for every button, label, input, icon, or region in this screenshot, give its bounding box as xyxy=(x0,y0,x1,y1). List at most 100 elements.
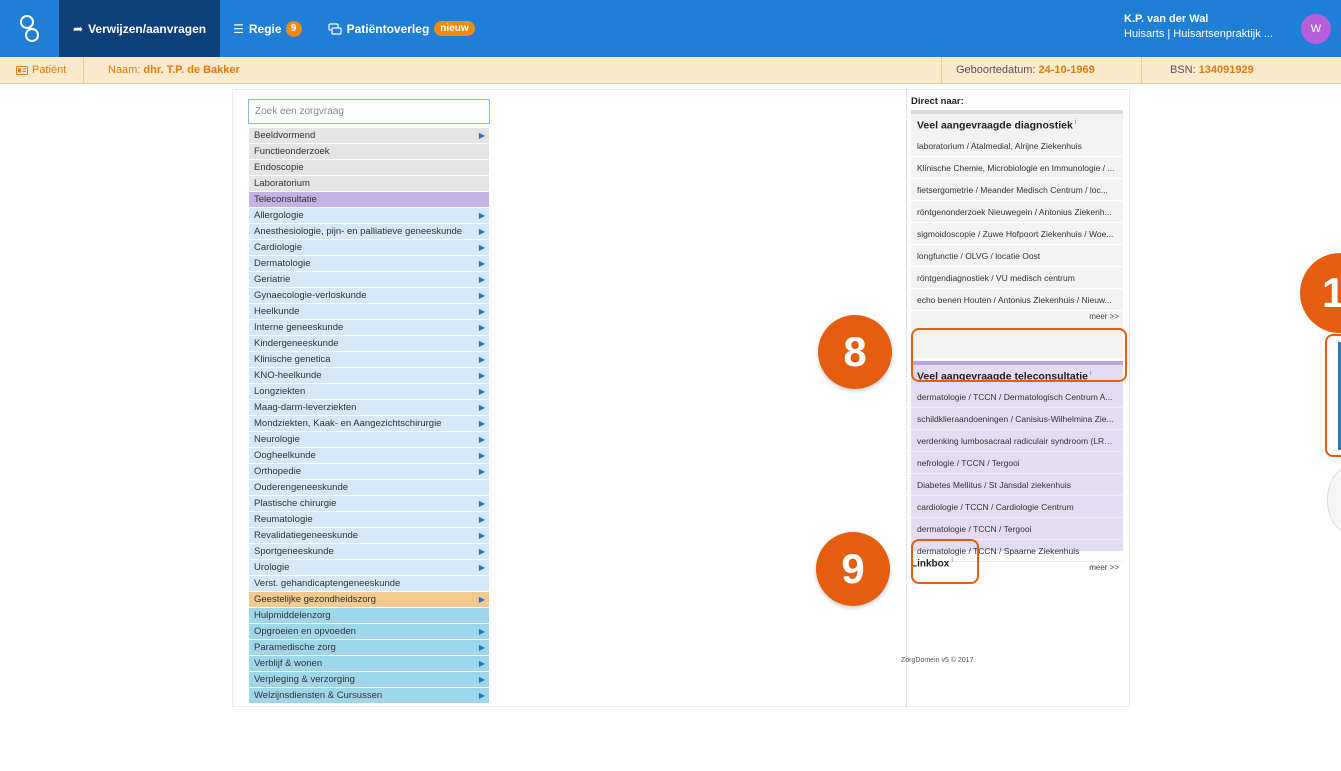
category-label: Plastische chirurgie xyxy=(254,498,337,509)
patient-name-label: Naam: xyxy=(108,64,141,76)
chevron-right-icon: ▶ xyxy=(478,371,485,380)
chat-icon xyxy=(327,22,342,35)
category-item[interactable]: Gynaecologie-verloskunde ▶ xyxy=(249,288,489,304)
category-item[interactable]: Teleconsultatie xyxy=(249,192,489,208)
category-item[interactable]: Endoscopie xyxy=(249,160,489,176)
patient-dob-label: Geboortedatum: xyxy=(956,64,1036,76)
category-item[interactable]: Orthopedie ▶ xyxy=(249,464,489,480)
category-label: Kindergeneeskunde xyxy=(254,338,339,349)
category-item[interactable]: Beeldvormend ▶ xyxy=(249,128,489,144)
diagnostics-title-text: Veel aangevraagde diagnostiek xyxy=(917,119,1073,132)
diagnostics-more-link[interactable]: meer >> xyxy=(911,311,1123,323)
quick-link-item[interactable]: longfunctie / OLVG / locatie Oost xyxy=(911,245,1123,267)
quick-link-item[interactable]: laboratorium / Atalmedial, Alrijne Zieke… xyxy=(911,135,1123,157)
highlight-linkbox xyxy=(911,539,979,584)
category-item[interactable]: Longziekten ▶ xyxy=(249,384,489,400)
quick-link-item[interactable]: nefrologie / TCCN / Tergooi xyxy=(911,452,1123,474)
quick-link-item[interactable]: dermatologie / TCCN / Dermatologisch Cen… xyxy=(911,386,1123,408)
patient-dob: 24-10-1969 xyxy=(1038,64,1095,76)
avatar[interactable]: W xyxy=(1301,14,1331,44)
user-info[interactable]: K.P. van der Wal Huisarts | Huisartsenpr… xyxy=(1124,12,1284,42)
category-item[interactable]: Verpleging & verzorging ▶ xyxy=(249,672,489,688)
category-item[interactable]: Hulpmiddelenzorg xyxy=(249,608,489,624)
category-label: Urologie xyxy=(254,562,290,573)
chevron-right-icon: ▶ xyxy=(478,515,485,524)
category-item[interactable]: Verst. gehandicaptengeneeskunde xyxy=(249,576,489,592)
category-item[interactable]: Kindergeneeskunde ▶ xyxy=(249,336,489,352)
quick-link-item[interactable]: echo benen Houten / Antonius Ziekenhuis … xyxy=(911,289,1123,311)
patient-tab[interactable]: Patiënt xyxy=(0,56,84,84)
quick-link-item[interactable]: röntgenonderzoek Nieuwegein / Antonius Z… xyxy=(911,201,1123,223)
new-badge: nieuw xyxy=(434,21,475,36)
category-label: Paramedische zorg xyxy=(254,642,336,653)
category-item[interactable]: Maag-darm-leverziekten ▶ xyxy=(249,400,489,416)
category-item[interactable]: Dermatologie ▶ xyxy=(249,256,489,272)
chevron-right-icon: ▶ xyxy=(478,291,485,300)
nav-patientoverleg[interactable]: Patiëntoverleg nieuw xyxy=(315,0,488,57)
zorgdomein-logo-icon[interactable] xyxy=(0,0,59,57)
category-label: Cardiologie xyxy=(254,242,303,253)
category-label: Geestelijke gezondheidszorg xyxy=(254,594,376,605)
category-item[interactable]: Oogheelkunde ▶ xyxy=(249,448,489,464)
category-item[interactable]: Klinische genetica ▶ xyxy=(249,352,489,368)
category-label: Anesthesiologie, pijn- en palliatieve ge… xyxy=(254,226,463,237)
nav-regie[interactable]: ☰ Regie 9 xyxy=(220,0,314,57)
category-item[interactable]: Mondziekten, Kaak- en Aangezichtschirurg… xyxy=(249,416,489,432)
category-item[interactable]: Functieonderzoek xyxy=(249,144,489,160)
category-label: Ouderengeneeskunde xyxy=(254,482,349,493)
chevron-right-icon: ▶ xyxy=(478,675,485,684)
patient-name-cell: Naam: dhr. T.P. de Bakker xyxy=(84,56,942,84)
info-icon[interactable]: i xyxy=(1075,119,1077,126)
quick-link-item[interactable]: Klinische Chemie, Microbiologie en Immun… xyxy=(911,157,1123,179)
category-item[interactable]: Neurologie ▶ xyxy=(249,432,489,448)
category-item[interactable]: KNO-heelkunde ▶ xyxy=(249,368,489,384)
edge-gray-button[interactable] xyxy=(1327,468,1341,532)
category-item[interactable]: Verblijf & wonen ▶ xyxy=(249,656,489,672)
category-item[interactable]: Allergologie ▶ xyxy=(249,208,489,224)
quick-link-item[interactable]: Diabetes Mellitus / St Jansdal ziekenhui… xyxy=(911,474,1123,496)
category-item[interactable]: Paramedische zorg ▶ xyxy=(249,640,489,656)
regie-count-badge: 9 xyxy=(285,20,302,37)
list-icon: ☰ xyxy=(233,21,244,36)
category-item[interactable]: Heelkunde ▶ xyxy=(249,304,489,320)
category-label: Klinische genetica xyxy=(254,354,331,365)
chevron-right-icon: ▶ xyxy=(478,467,485,476)
category-item[interactable]: Plastische chirurgie ▶ xyxy=(249,496,489,512)
category-label: Laboratorium xyxy=(254,178,310,189)
share-arrow-icon: ➦ xyxy=(73,21,84,36)
quick-link-item[interactable]: dermatologie / TCCN / Tergooi xyxy=(911,518,1123,540)
category-item[interactable]: Opgroeien en opvoeden ▶ xyxy=(249,624,489,640)
quick-link-item[interactable]: sigmoidoscopie / Zuwe Hofpoort Ziekenhui… xyxy=(911,223,1123,245)
chevron-right-icon: ▶ xyxy=(478,355,485,364)
category-item[interactable]: Geestelijke gezondheidszorg ▶ xyxy=(249,592,489,608)
category-item[interactable]: Interne geneeskunde ▶ xyxy=(249,320,489,336)
category-item[interactable]: Urologie ▶ xyxy=(249,560,489,576)
chevron-right-icon: ▶ xyxy=(478,643,485,652)
category-label: Functieonderzoek xyxy=(254,146,330,157)
category-label: Orthopedie xyxy=(254,466,302,477)
category-label: Beeldvormend xyxy=(254,130,316,141)
category-item[interactable]: Ouderengeneeskunde xyxy=(249,480,489,496)
quick-link-item[interactable]: röntgendiagnostiek / VU medisch centrum xyxy=(911,267,1123,289)
quick-link-item[interactable]: fietsergometrie / Meander Medisch Centru… xyxy=(911,179,1123,201)
category-item[interactable]: Anesthesiologie, pijn- en palliatieve ge… xyxy=(249,224,489,240)
category-item[interactable]: Sportgeneeskunde ▶ xyxy=(249,544,489,560)
category-item[interactable]: Cardiologie ▶ xyxy=(249,240,489,256)
quick-link-item[interactable]: cardiologie / TCCN / Cardiologie Centrum xyxy=(911,496,1123,518)
category-item[interactable]: Geriatrie ▶ xyxy=(249,272,489,288)
patient-name: dhr. T.P. de Bakker xyxy=(143,64,240,76)
chevron-right-icon: ▶ xyxy=(478,259,485,268)
nav-verwijzen-aanvragen[interactable]: ➦ Verwijzen/aanvragen xyxy=(59,0,221,57)
patient-tab-label: Patiënt xyxy=(32,64,67,76)
category-item[interactable]: Revalidatiegeneeskunde ▶ xyxy=(249,528,489,544)
top-navigation: ➦ Verwijzen/aanvragen ☰ Regie 9 Patiënto… xyxy=(0,0,1341,57)
category-item[interactable]: Laboratorium xyxy=(249,176,489,192)
search-input[interactable] xyxy=(248,99,490,124)
chevron-right-icon: ▶ xyxy=(478,595,485,604)
category-item[interactable]: Welzijnsdiensten & Cursussen ▶ xyxy=(249,688,489,704)
quick-link-item[interactable]: verdenking lumbosacraal radiculair syndr… xyxy=(911,430,1123,452)
category-label: Gynaecologie-verloskunde xyxy=(254,290,367,301)
quick-link-item[interactable]: schildklieraandoeningen / Canisius-Wilhe… xyxy=(911,408,1123,430)
category-item[interactable]: Reumatologie ▶ xyxy=(249,512,489,528)
nav-verwijzen-label: Verwijzen/aanvragen xyxy=(88,21,207,36)
